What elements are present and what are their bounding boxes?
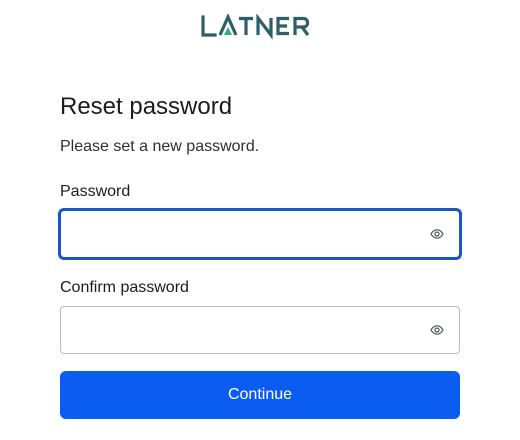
- reset-password-form: Reset password Please set a new password…: [60, 92, 460, 419]
- continue-button[interactable]: Continue: [60, 371, 460, 419]
- password-input[interactable]: [61, 211, 425, 257]
- brand-logo: [0, 14, 520, 40]
- confirm-password-field-wrapper: [60, 306, 460, 354]
- latner-logo-icon: [201, 14, 310, 40]
- password-field-wrapper: [60, 210, 460, 258]
- page-title: Reset password: [60, 93, 233, 120]
- reset-password-page: Reset password Please set a new password…: [0, 0, 520, 440]
- page-subtitle: Please set a new password.: [60, 138, 260, 155]
- confirm-password-label: Confirm password: [60, 279, 189, 296]
- eye-icon[interactable]: [429, 322, 445, 338]
- eye-icon[interactable]: [429, 226, 445, 242]
- confirm-password-input[interactable]: [61, 307, 425, 353]
- password-label: Password: [60, 183, 131, 200]
